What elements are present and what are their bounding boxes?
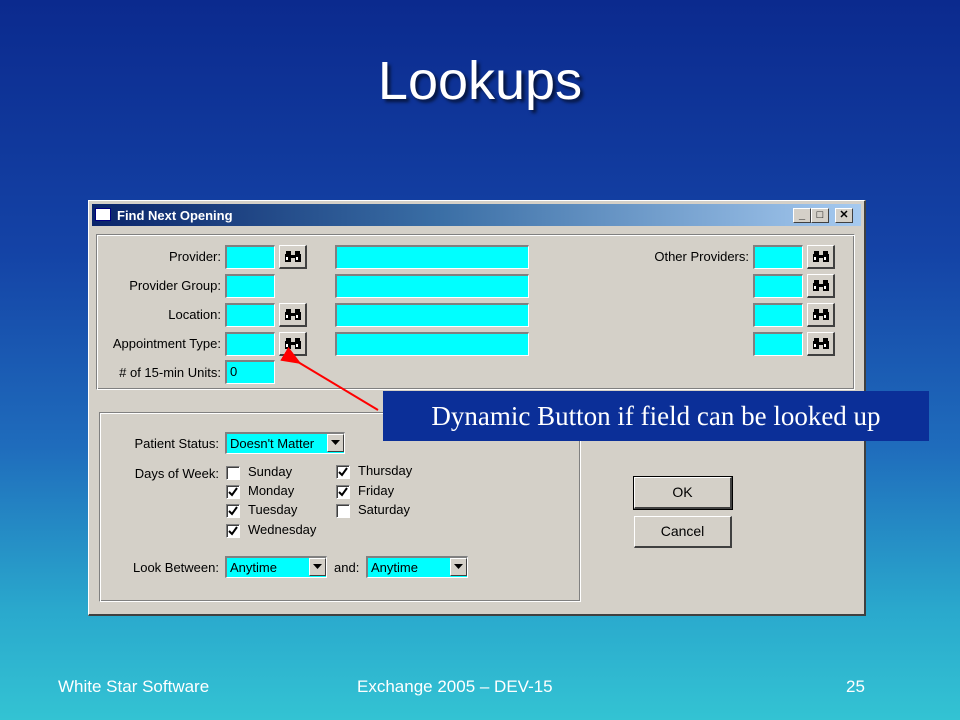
provider-field[interactable]: [225, 245, 275, 269]
appointment-type-lookup-button[interactable]: [279, 332, 307, 356]
footer-event: Exchange 2005 – DEV-15: [357, 677, 553, 696]
other-provider-lookup-button-3[interactable]: [807, 303, 835, 327]
binoculars-icon: [285, 251, 301, 262]
checkmark-icon: [338, 467, 348, 477]
chevron-down-icon: [454, 564, 463, 569]
location-field[interactable]: [225, 303, 275, 327]
slide-title: Lookups: [377, 51, 583, 111]
provider-group-label: Provider Group:: [129, 278, 221, 293]
location-name-field[interactable]: [335, 303, 529, 327]
patient-status-select[interactable]: Doesn't Matter: [225, 432, 345, 454]
binoculars-icon: [285, 309, 301, 320]
appointment-type-name-field[interactable]: [335, 332, 529, 356]
patient-status-value: Doesn't Matter: [230, 436, 315, 451]
checkbox-wednesday[interactable]: [226, 524, 240, 538]
binoculars-icon: [813, 251, 829, 262]
binoculars-icon: [813, 338, 829, 349]
location-label: Location:: [168, 307, 221, 322]
chevron-down-icon: [331, 440, 340, 445]
footer-company: White Star Software: [58, 677, 210, 696]
checkbox-saturday[interactable]: [336, 504, 350, 518]
checkmark-icon: [228, 506, 238, 516]
checkbox-sunday[interactable]: [226, 466, 240, 480]
chevron-down-icon: [313, 564, 322, 569]
other-provider-lookup-button-1[interactable]: [807, 245, 835, 269]
footer-page-number: 25: [846, 677, 865, 696]
other-provider-field-4[interactable]: [753, 332, 803, 356]
provider-name-field[interactable]: [335, 245, 529, 269]
minimize-button[interactable]: _: [793, 208, 811, 223]
checkbox-thursday[interactable]: [336, 465, 350, 479]
close-button[interactable]: ✕: [835, 208, 853, 223]
days-of-week-label: Days of Week:: [134, 466, 219, 481]
look-between-from-select[interactable]: Anytime: [225, 556, 327, 578]
checkbox-friday[interactable]: [336, 485, 350, 499]
appointment-type-label: Appointment Type:: [112, 336, 221, 351]
patient-status-dropdown-button[interactable]: [327, 434, 344, 452]
day-label-monday: Monday: [248, 483, 295, 498]
window-title: Find Next Opening: [117, 208, 233, 223]
appointment-type-field[interactable]: [225, 332, 275, 356]
other-provider-field-2[interactable]: [753, 274, 803, 298]
provider-label: Provider:: [168, 249, 221, 264]
maximize-button[interactable]: □: [811, 208, 829, 223]
checkmark-icon: [228, 526, 238, 536]
look-between-label: Look Between:: [132, 560, 219, 575]
and-label: and:: [334, 560, 360, 575]
look-between-to-dropdown-button[interactable]: [450, 558, 467, 576]
provider-group-field[interactable]: [225, 274, 275, 298]
binoculars-icon: [285, 338, 301, 349]
provider-lookup-button[interactable]: [279, 245, 307, 269]
day-label-thursday: Thursday: [358, 463, 413, 478]
ok-button[interactable]: OK: [633, 476, 733, 510]
look-between-from-dropdown-button[interactable]: [309, 558, 326, 576]
location-lookup-button[interactable]: [279, 303, 307, 327]
other-providers-label: Other Providers:: [654, 249, 749, 264]
callout-box: Dynamic Button if field can be looked up: [383, 391, 929, 441]
day-label-friday: Friday: [358, 483, 395, 498]
other-provider-field-1[interactable]: [753, 245, 803, 269]
binoculars-icon: [813, 280, 829, 291]
checkbox-monday[interactable]: [226, 485, 240, 499]
look-between-to-select[interactable]: Anytime: [366, 556, 468, 578]
day-label-sunday: Sunday: [248, 464, 293, 479]
units-field[interactable]: 0: [225, 360, 275, 384]
units-label: # of 15-min Units:: [119, 365, 221, 380]
day-label-tuesday: Tuesday: [248, 502, 298, 517]
checkmark-icon: [228, 487, 238, 497]
provider-group-name-field[interactable]: [335, 274, 529, 298]
other-provider-lookup-button-2[interactable]: [807, 274, 835, 298]
look-between-to-value: Anytime: [371, 560, 418, 575]
day-label-saturday: Saturday: [358, 502, 411, 517]
look-between-from-value: Anytime: [230, 560, 277, 575]
other-provider-lookup-button-4[interactable]: [807, 332, 835, 356]
patient-status-label: Patient Status:: [134, 436, 219, 451]
cancel-button[interactable]: Cancel: [634, 516, 732, 548]
checkbox-tuesday[interactable]: [226, 504, 240, 518]
day-label-wednesday: Wednesday: [248, 522, 317, 537]
binoculars-icon: [813, 309, 829, 320]
window-titlebar[interactable]: Find Next Opening _ □ ✕: [92, 204, 861, 226]
checkmark-icon: [338, 487, 348, 497]
window-app-icon: [95, 208, 111, 221]
other-provider-field-3[interactable]: [753, 303, 803, 327]
